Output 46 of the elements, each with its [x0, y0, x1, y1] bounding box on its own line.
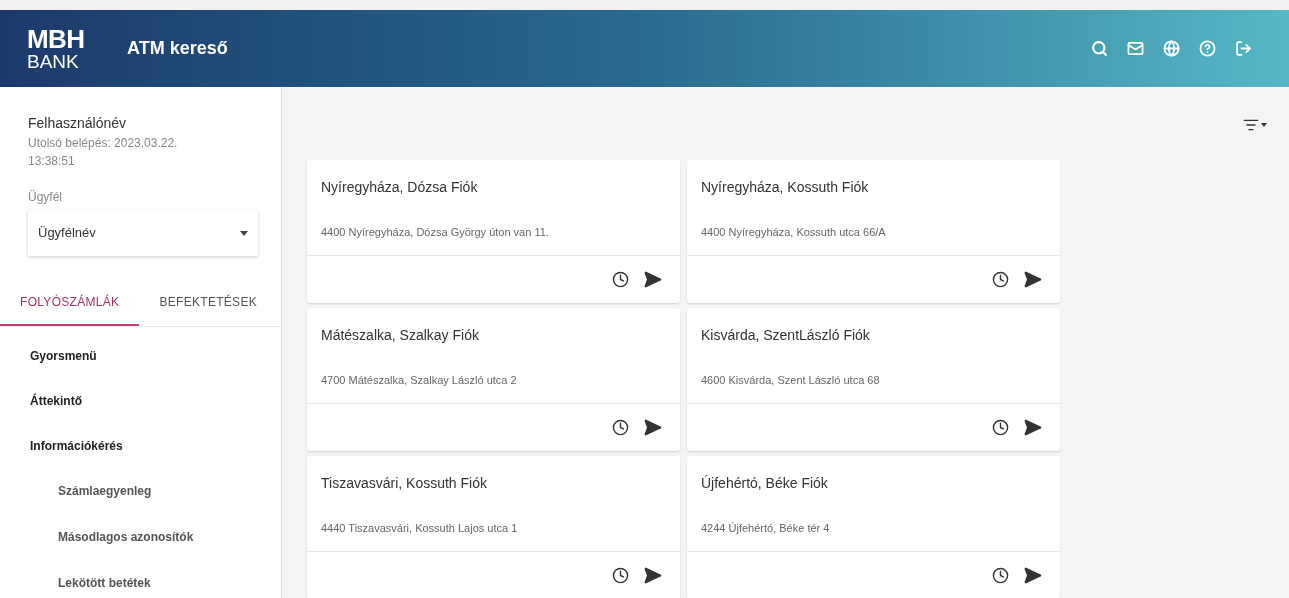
submenu-item[interactable]: Lekötött betétek	[0, 560, 281, 598]
menu-item[interactable]: Gyorsmenü	[0, 333, 281, 378]
filter-button[interactable]	[1243, 117, 1267, 133]
send-icon[interactable]	[1023, 270, 1042, 289]
branch-address: 4440 Tiszavasvári, Kossuth Lajos utca 1	[321, 521, 519, 536]
submenu-item[interactable]: Számlaegyenleg	[0, 468, 281, 514]
branch-address: 4400 Nyíregyháza, Kossuth utca 66/A	[701, 225, 887, 240]
branch-address: 4700 Mátészalka, Szalkay László utca 2	[321, 373, 518, 388]
tab[interactable]: BEFEKTETÉSEK	[139, 280, 278, 326]
search-icon[interactable]	[1091, 40, 1108, 57]
menu-item[interactable]: Információkérés	[0, 423, 281, 468]
branch-name: Nyíregyháza, Kossuth Fiók	[701, 178, 870, 197]
clock-icon[interactable]	[612, 567, 629, 584]
caret-icon	[240, 230, 248, 236]
help-icon[interactable]	[1199, 40, 1216, 57]
send-icon[interactable]	[1023, 418, 1042, 437]
branch-address: 4400 Nyíregyháza, Dózsa György úton van 11.	[321, 225, 550, 240]
bank-logo: MBH BANK	[27, 26, 86, 71]
client-dropdown[interactable]: Ügyfélnév	[28, 210, 258, 256]
caret-icon	[1261, 123, 1267, 127]
send-icon[interactable]	[643, 418, 662, 437]
client-label: Ügyfél	[28, 189, 63, 206]
menu-item[interactable]: Áttekintő	[0, 378, 281, 423]
clock-icon[interactable]	[992, 567, 1009, 584]
branch-name: Újfehértó, Béke Fiók	[701, 474, 829, 493]
last-login: Utolsó belépés: 2023.03.22. 13:38:51	[28, 135, 179, 170]
username: Felhasználónév	[28, 114, 128, 133]
branch-name: Mátészalka, Szalkay Fiók	[321, 326, 480, 345]
tab[interactable]: FOLYÓSZÁMLÁK	[0, 280, 140, 326]
clock-icon[interactable]	[992, 271, 1009, 288]
mail-icon[interactable]	[1127, 40, 1144, 57]
clock-icon[interactable]	[612, 271, 629, 288]
branch-name: Nyíregyháza, Dózsa Fiók	[321, 178, 479, 197]
send-icon[interactable]	[643, 270, 662, 289]
clock-icon[interactable]	[992, 419, 1009, 436]
branch-address: 4600 Kisvárda, Szent László utca 68	[701, 373, 881, 388]
app-title: ATM kereső	[127, 37, 228, 60]
send-icon[interactable]	[643, 566, 662, 585]
clock-icon[interactable]	[612, 419, 629, 436]
filter-icon	[1243, 117, 1259, 133]
branch-address: 4244 Újfehértó, Béke tér 4	[701, 521, 831, 536]
send-icon[interactable]	[1023, 566, 1042, 585]
branch-name: Kisvárda, SzentLászló Fiók	[701, 326, 871, 345]
branch-name: Tiszavasvári, Kossuth Fiók	[321, 474, 488, 493]
submenu-item[interactable]: Másodlagos azonosítók	[0, 514, 281, 560]
globe-icon[interactable]	[1163, 40, 1180, 57]
